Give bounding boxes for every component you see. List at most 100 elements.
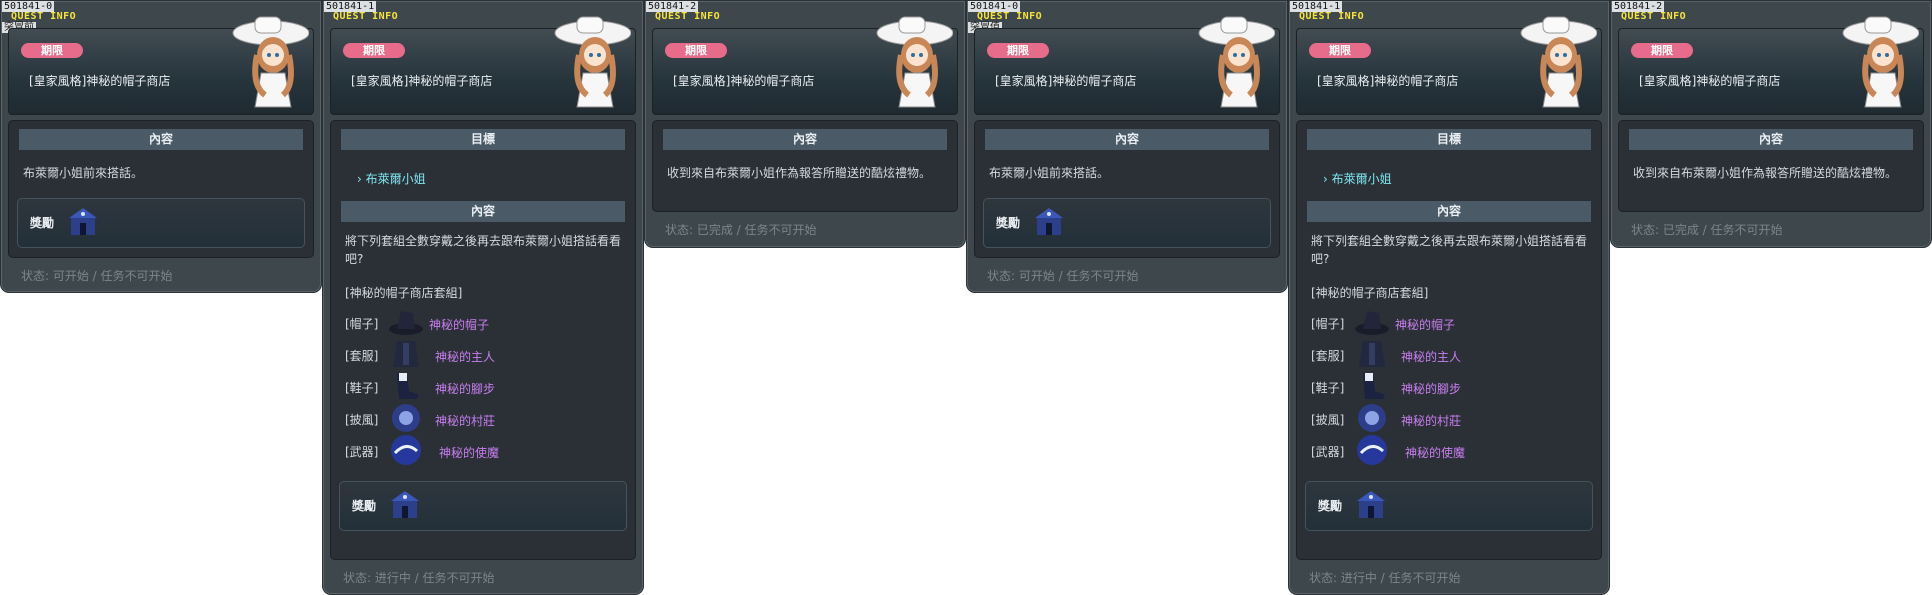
quest-panel-1: 501841-0 QUEST INFO 突冒前 期限 [皇家風格]神秘的帽子商店… <box>0 0 322 293</box>
weapon-icon <box>391 435 421 465</box>
reward-box: 獎勵 <box>339 481 627 531</box>
limit-badge: 期限 <box>987 43 1049 58</box>
target-heading: 目標 <box>341 129 625 150</box>
quest-header: 期限 [皇家風格]神秘的帽子商店 <box>1296 16 1602 115</box>
quest-header: 期限 [皇家風格]神秘的帽子商店 <box>8 16 314 115</box>
item-name: 神秘的村莊 <box>1401 414 1462 428</box>
reward-item-icon <box>1035 208 1063 235</box>
content-text: 將下列套組全數穿戴之後再去跟布萊爾小姐搭話看看吧? <box>345 234 622 266</box>
limit-badge: 期限 <box>665 43 727 58</box>
quest-title: [皇家風格]神秘的帽子商店 <box>995 74 1137 88</box>
reward-label: 獎勵 <box>1318 499 1343 513</box>
cape-icon <box>1358 404 1386 432</box>
item-name: 神秘的村莊 <box>435 414 496 428</box>
content-text: 收到來自布萊爾小姐作為報答所贈送的酷炫禮物。 <box>667 166 932 180</box>
reward-item-icon <box>391 491 419 518</box>
quest-info-header: QUEST INFO <box>1299 11 1365 22</box>
set-item: [武器] 神秘的使魔 <box>331 435 635 467</box>
set-item: [披風] 神秘的村莊 <box>1297 403 1601 435</box>
set-name: [神秘的帽子商店套組] <box>1311 286 1429 300</box>
quest-body: 內容 收到來自布萊爾小姐作為報答所贈送的酷炫禮物。 <box>652 120 958 212</box>
content-heading: 內容 <box>341 201 625 222</box>
limit-badge: 期限 <box>343 43 405 58</box>
reward-item-icon <box>69 208 97 235</box>
npc-portrait-icon <box>232 16 309 108</box>
item-name: 神秘的帽子 <box>429 318 490 332</box>
weapon-icon <box>1357 435 1387 465</box>
set-item: [帽子] 神秘的帽子 <box>331 307 635 339</box>
outfit-icon <box>1359 341 1385 367</box>
shoes-icon <box>1363 373 1385 399</box>
quest-info-header: QUEST INFO <box>333 11 399 22</box>
npc-portrait-icon <box>1198 16 1275 108</box>
quest-panel-3: 501841-2 QUEST INFO 期限 [皇家風格]神秘的帽子商店 內容 … <box>644 0 966 248</box>
quest-header: 期限 [皇家風格]神秘的帽子商店 <box>330 16 636 115</box>
npc-portrait-icon <box>554 16 631 108</box>
quest-status: 状态: 进行中 / 任务不可开始 <box>1309 571 1461 585</box>
limit-badge: 期限 <box>1631 43 1693 58</box>
npc-portrait-icon <box>1520 16 1597 108</box>
quest-title: [皇家風格]神秘的帽子商店 <box>1317 74 1459 88</box>
quest-panel-6: 501841-2 QUEST INFO 期限 [皇家風格]神秘的帽子商店 內容 … <box>1610 0 1932 248</box>
content-heading: 內容 <box>663 129 947 150</box>
content-heading: 內容 <box>985 129 1269 150</box>
reward-label: 獎勵 <box>996 216 1021 230</box>
content-heading: 內容 <box>1307 201 1591 222</box>
content-text: 布萊爾小姐前來搭話。 <box>989 166 1110 180</box>
npc-portrait-icon <box>876 16 953 108</box>
content-text: 收到來自布萊爾小姐作為報答所贈送的酷炫禮物。 <box>1633 166 1898 180</box>
item-slot: [披風] <box>345 413 379 427</box>
item-name: 神秘的腳步 <box>435 382 496 396</box>
quest-status: 状态: 可开始 / 任务不可开始 <box>21 269 173 283</box>
quest-title: [皇家風格]神秘的帽子商店 <box>351 74 493 88</box>
quest-title: [皇家風格]神秘的帽子商店 <box>1639 74 1781 88</box>
quest-header: 期限 [皇家風格]神秘的帽子商店 <box>1618 16 1924 115</box>
set-item: [鞋子] 神秘的腳步 <box>1297 371 1601 403</box>
shoes-icon <box>397 373 419 399</box>
item-slot: [武器] <box>345 445 379 459</box>
quest-title: [皇家風格]神秘的帽子商店 <box>29 74 171 88</box>
target-npc-name: 布萊爾小姐 <box>365 172 426 186</box>
target-npc[interactable]: › 布萊爾小姐 <box>331 150 635 187</box>
item-slot: [武器] <box>1311 445 1345 459</box>
hat-icon <box>1355 311 1389 335</box>
quest-status: 状态: 可开始 / 任务不可开始 <box>987 269 1139 283</box>
quest-body: 目標 › 布萊爾小姐 內容 將下列套組全數穿戴之後再去跟布萊爾小姐搭話看看吧? … <box>330 120 636 560</box>
set-item: [套服] 神秘的主人 <box>331 339 635 371</box>
hat-icon <box>389 311 423 335</box>
reward-label: 獎勵 <box>352 499 377 513</box>
quest-body: 內容 布萊爾小姐前來搭話。 獎勵 <box>974 120 1280 258</box>
target-npc[interactable]: › 布萊爾小姐 <box>1297 150 1601 187</box>
quest-info-header: QUEST INFO <box>11 11 77 22</box>
quest-body: 內容 收到來自布萊爾小姐作為報答所贈送的酷炫禮物。 <box>1618 120 1924 212</box>
quest-body: 內容 布萊爾小姐前來搭話。 獎勵 <box>8 120 314 258</box>
reward-box: 獎勵 <box>1305 481 1593 531</box>
set-item: [披風] 神秘的村莊 <box>331 403 635 435</box>
item-slot: [鞋子] <box>1311 381 1345 395</box>
quest-info-header: QUEST INFO <box>977 11 1043 22</box>
set-item: [帽子] 神秘的帽子 <box>1297 307 1601 339</box>
content-heading: 內容 <box>1629 129 1913 150</box>
limit-badge: 期限 <box>1309 43 1371 58</box>
quest-info-header: QUEST INFO <box>655 11 721 22</box>
item-name: 神秘的帽子 <box>1395 318 1456 332</box>
quest-header: 期限 [皇家風格]神秘的帽子商店 <box>974 16 1280 115</box>
quest-status: 状态: 已完成 / 任务不可开始 <box>1631 223 1783 237</box>
reward-box: 獎勵 <box>17 198 305 248</box>
quest-header: 期限 [皇家風格]神秘的帽子商店 <box>652 16 958 115</box>
item-name: 神秘的使魔 <box>1405 446 1466 460</box>
item-slot: [套服] <box>345 349 379 363</box>
set-item: [鞋子] 神秘的腳步 <box>331 371 635 403</box>
reward-box: 獎勵 <box>983 198 1271 248</box>
quest-status: 状态: 已完成 / 任务不可开始 <box>665 223 817 237</box>
quest-body: 目標 › 布萊爾小姐 內容 將下列套組全數穿戴之後再去跟布萊爾小姐搭話看看吧? … <box>1296 120 1602 560</box>
item-name: 神秘的主人 <box>1401 350 1462 364</box>
cape-icon <box>392 404 420 432</box>
content-text: 將下列套組全數穿戴之後再去跟布萊爾小姐搭話看看吧? <box>1311 234 1588 266</box>
target-heading: 目標 <box>1307 129 1591 150</box>
item-slot: [帽子] <box>1311 317 1345 331</box>
quest-panel-2: 501841-1 QUEST INFO 期限 [皇家風格]神秘的帽子商店 目標 … <box>322 0 644 595</box>
item-name: 神秘的使魔 <box>439 446 500 460</box>
set-item: [武器] 神秘的使魔 <box>1297 435 1601 467</box>
quest-panel-4: 501841-0 QUEST INFO 突冒值 期限 [皇家風格]神秘的帽子商店… <box>966 0 1288 293</box>
